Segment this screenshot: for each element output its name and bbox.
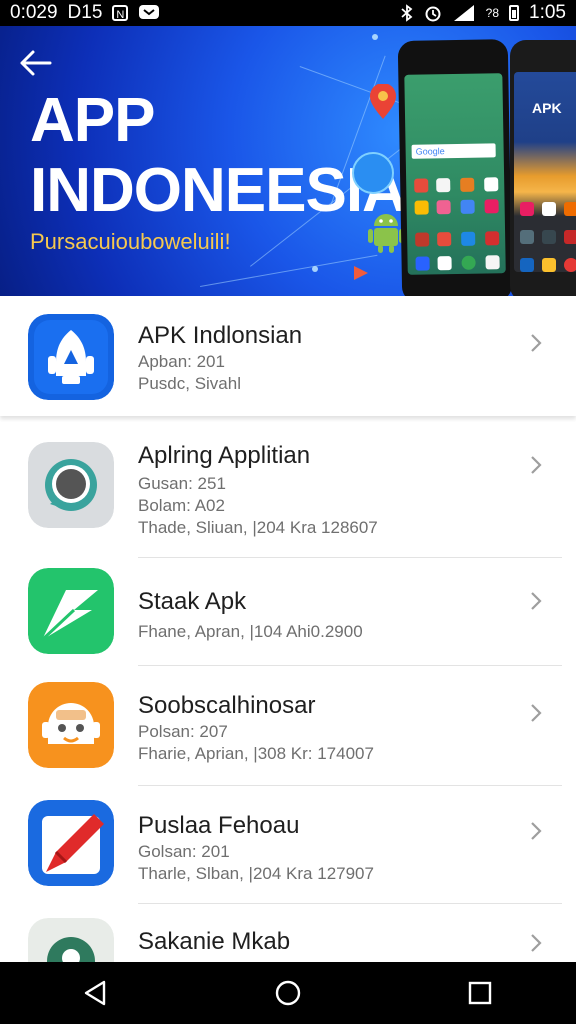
app-detail: Apban: 201 xyxy=(138,352,225,371)
list-item[interactable]: Staak Apk Fhane, Apran, |104 Ahi0.2900 xyxy=(0,558,576,666)
app-icon xyxy=(28,918,114,962)
chevron-right-icon xyxy=(531,822,542,840)
banner-title: APP INDONEESIA xyxy=(30,86,407,226)
home-button[interactable] xyxy=(268,973,308,1013)
phone-mockup: Google xyxy=(397,39,513,296)
banner-subtitle: Pursacuiouboweluili! xyxy=(30,229,231,254)
status-clock: 1:05 xyxy=(529,2,566,23)
phone-mockup-secondary: APK xyxy=(510,40,576,296)
back-button[interactable] xyxy=(76,973,116,1013)
app-detail: Fhane, Apran, |104 Ahi0.2900 xyxy=(138,622,363,641)
app-icon xyxy=(28,682,114,768)
promo-banner: APP INDONEESIA Pursacuiouboweluili! Goog… xyxy=(0,26,576,296)
app-detail: Golsan: 201 xyxy=(138,842,230,861)
notification-box-icon: N xyxy=(112,5,129,21)
droid-face-icon xyxy=(28,682,114,768)
app-name: Puslaa Fehoau xyxy=(138,812,300,839)
app-icon xyxy=(28,800,114,886)
app-detail: Fharie, Aprian, |308 Kr: 174007 xyxy=(138,744,374,763)
app-name: Sakanie Mkab xyxy=(138,928,291,955)
app-detail: Thade, Sliuan, |204 Kra 128607 xyxy=(138,518,378,537)
chat-bubble-icon xyxy=(28,442,114,528)
alarm-icon xyxy=(425,6,441,22)
app-detail: Pusdc, Sivahl xyxy=(138,374,241,393)
app-detail: Polsan: 207 xyxy=(138,722,228,741)
message-icon xyxy=(139,5,160,19)
app-icon xyxy=(28,314,114,400)
home-icon xyxy=(275,980,301,1006)
chevron-right-icon xyxy=(531,456,542,474)
chevron-right-icon xyxy=(531,704,542,722)
app-detail: Gusan: 251 xyxy=(138,474,226,493)
status-bar: 0:029 D15 N ?8 1:05 xyxy=(0,0,576,26)
navigation-bar xyxy=(0,962,576,1024)
list-item[interactable]: Puslaa Fehoau Golsan: 201 Tharle, Slban,… xyxy=(0,786,576,904)
app-name: Soobscalhinosar xyxy=(138,692,316,719)
back-icon xyxy=(84,980,106,1006)
status-time-left: 0:029 xyxy=(10,2,58,23)
app-detail: Bolam: A02 xyxy=(138,496,225,515)
phone-screen: Google xyxy=(404,73,506,275)
phone-screen-secondary: APK xyxy=(514,72,576,272)
recents-icon xyxy=(468,981,492,1005)
app-name: Aplring Applitian xyxy=(138,442,311,469)
list-item[interactable]: Sakanie Mkab xyxy=(0,904,576,962)
list-item[interactable]: APK Indlonsian Apban: 201 Pusdc, Sivahl xyxy=(0,296,576,416)
battery-icon xyxy=(509,5,520,21)
chevron-right-icon xyxy=(531,592,542,610)
status-label: D15 xyxy=(67,2,103,23)
app-name: APK Indlonsian xyxy=(138,322,303,349)
signal-text: ?8 xyxy=(485,6,500,20)
app-detail: Tharle, Slban, |204 Kra 127907 xyxy=(138,864,374,883)
app-icon xyxy=(28,442,114,528)
app-name: Staak Apk xyxy=(138,588,247,615)
bluetooth-icon xyxy=(401,4,413,22)
list-item[interactable]: Aplring Applitian Gusan: 251 Bolam: A02 … xyxy=(0,422,576,558)
back-arrow-icon[interactable] xyxy=(18,48,54,78)
robot-icon xyxy=(28,314,114,400)
play-store-icon xyxy=(354,266,368,280)
banner-title-line1: APP xyxy=(30,86,155,155)
arrow-icon xyxy=(28,568,114,654)
chat-bubble-icon xyxy=(352,152,394,194)
map-pin-icon xyxy=(370,84,396,119)
google-search-bar: Google xyxy=(411,143,496,159)
app-icon xyxy=(28,568,114,654)
recents-button[interactable] xyxy=(460,973,500,1013)
pen-icon xyxy=(28,800,114,886)
wifi-icon xyxy=(453,5,474,21)
chevron-right-icon xyxy=(531,934,542,952)
banner-title-line2: INDONEESIA xyxy=(30,156,407,225)
location-icon xyxy=(28,918,114,962)
list-item[interactable]: Soobscalhinosar Polsan: 207 Fharie, Apri… xyxy=(0,666,576,786)
chevron-right-icon xyxy=(531,334,542,352)
